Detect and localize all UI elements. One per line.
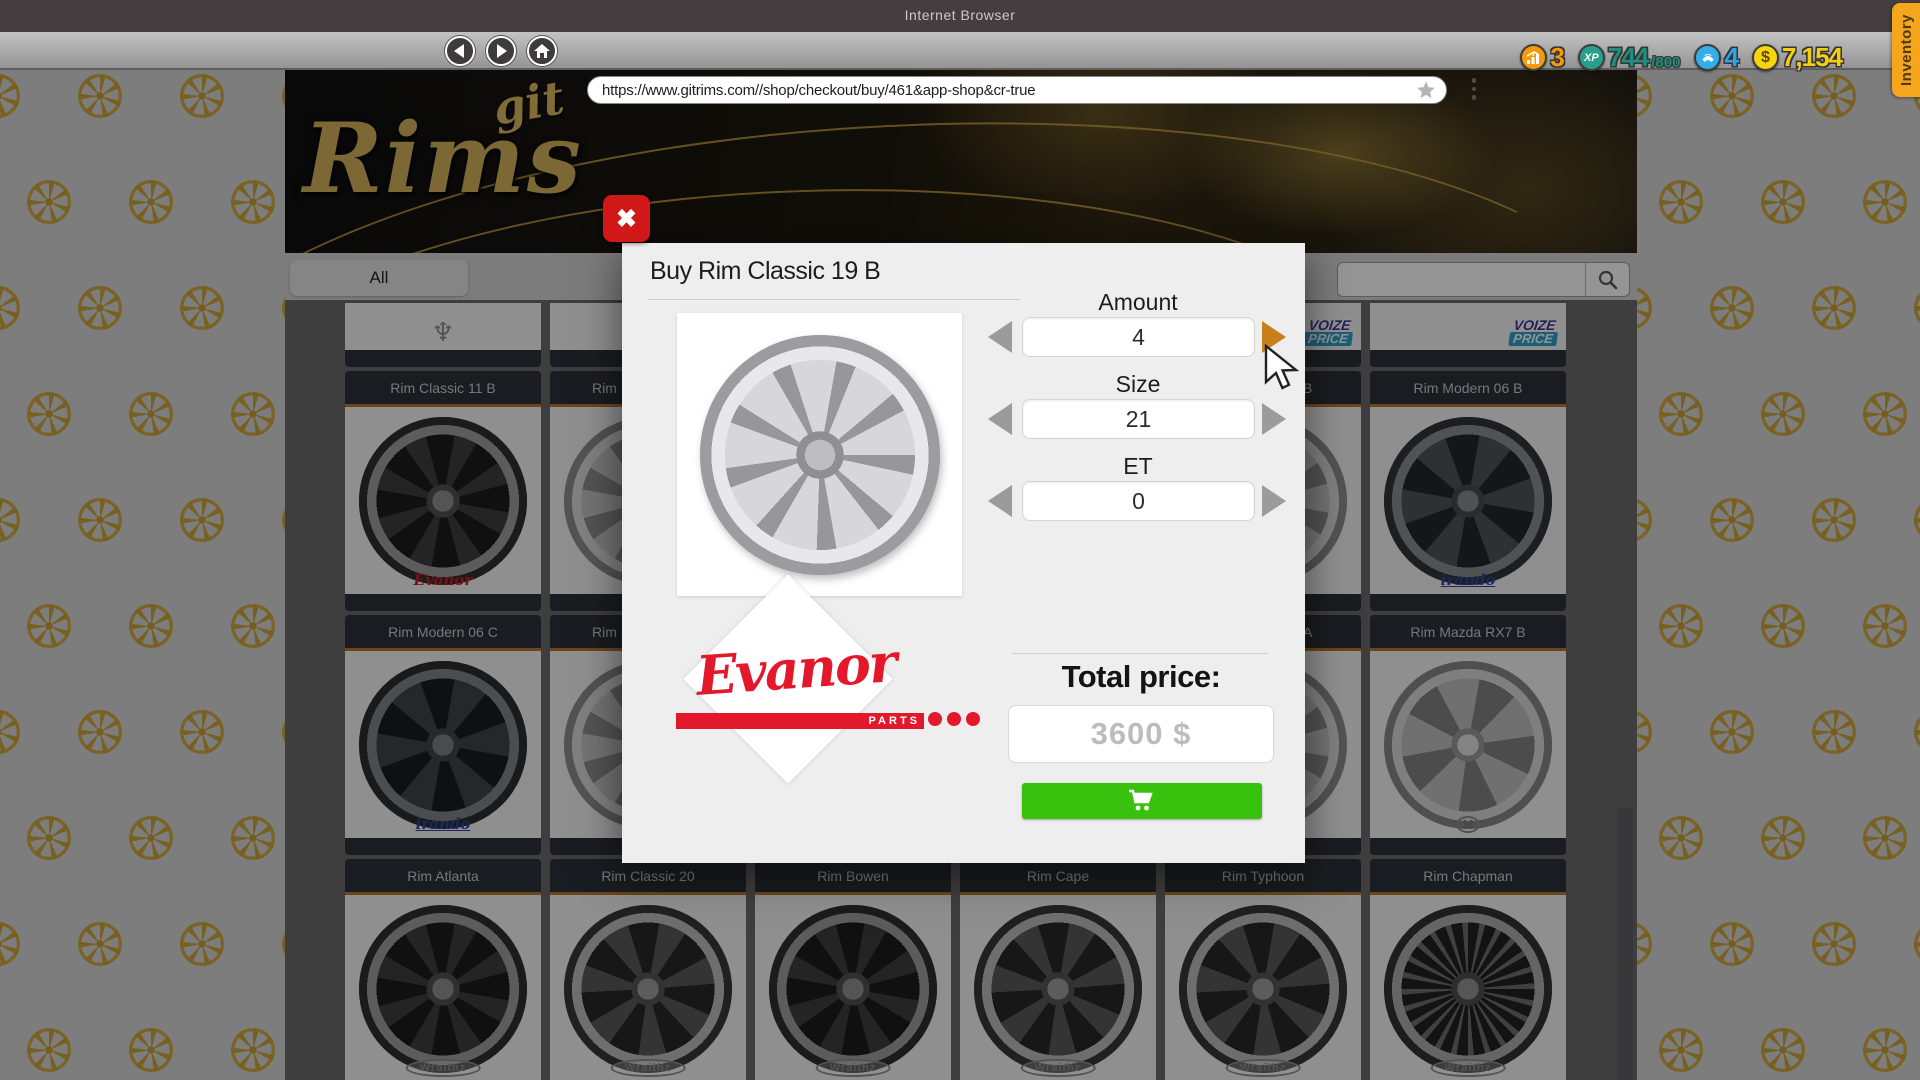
screen: git Rims All ♆VOIZEPRICEVOIZEPRICERim Cl… — [0, 0, 1920, 1080]
mouse-cursor — [1262, 344, 1302, 397]
level-chart-icon — [1520, 44, 1547, 71]
brand-dots — [928, 712, 980, 726]
buy-button[interactable] — [1022, 783, 1262, 819]
browser-menu-icon[interactable] — [1468, 78, 1480, 100]
product-image — [677, 313, 962, 596]
modal-title: Buy Rim Classic 19 B — [650, 257, 880, 286]
brand-logo: Evanor PARTS — [674, 603, 994, 778]
forward-icon — [497, 44, 507, 58]
divider — [1012, 653, 1268, 654]
divider — [648, 299, 1020, 300]
close-x-icon: ✖ — [616, 204, 637, 234]
inventory-tab-label: Inventory — [1898, 14, 1915, 86]
url-bar[interactable]: https://www.gitrims.com//shop/checkout/b… — [587, 76, 1447, 104]
hud-calls: 4 — [1694, 42, 1737, 73]
size-increase-arrow[interactable] — [1262, 403, 1286, 435]
size-field[interactable]: 21 — [1022, 399, 1255, 439]
cart-icon — [1127, 789, 1157, 813]
inventory-tab[interactable]: Inventory — [1892, 3, 1920, 97]
hud-xp: XP 744 /800 — [1578, 42, 1681, 73]
window-titlebar: Internet Browser — [0, 0, 1920, 32]
money-value: 7,154 — [1782, 42, 1842, 73]
nav-home-button[interactable] — [527, 36, 557, 66]
amount-field[interactable]: 4 — [1022, 317, 1255, 357]
xp-max: /800 — [1651, 54, 1680, 71]
window-title: Internet Browser — [0, 7, 1920, 23]
total-price-label: Total price: — [1008, 659, 1274, 695]
hud-level: 3 — [1520, 42, 1563, 73]
back-icon — [454, 44, 464, 58]
hud-money: $ 7,154 — [1752, 42, 1842, 73]
xp-value: 744 — [1608, 42, 1648, 73]
nav-back-button[interactable] — [445, 36, 475, 66]
et-label: ET — [1018, 453, 1258, 480]
brand-sub-label: PARTS — [869, 715, 920, 727]
modal-close-button[interactable]: ✖ — [603, 195, 650, 242]
url-text[interactable]: https://www.gitrims.com//shop/checkout/b… — [602, 82, 1416, 99]
brand-bar: PARTS — [676, 713, 924, 729]
calls-value: 4 — [1724, 42, 1737, 73]
phone-icon — [1694, 44, 1721, 71]
amount-label: Amount — [1018, 289, 1258, 316]
nav-forward-button[interactable] — [486, 36, 516, 66]
et-increase-arrow[interactable] — [1262, 485, 1286, 517]
buy-modal: ✖ Buy Rim Classic 19 B Amount 4 Size 21 … — [622, 243, 1305, 863]
rim-preview-image — [700, 335, 940, 575]
total-price-value: 3600 $ — [1008, 705, 1274, 763]
et-field[interactable]: 0 — [1022, 481, 1255, 521]
amount-decrease-arrow[interactable] — [988, 321, 1012, 353]
size-decrease-arrow[interactable] — [988, 403, 1012, 435]
dollar-icon: $ — [1752, 44, 1779, 71]
bookmark-star-icon[interactable] — [1416, 80, 1436, 100]
game-hud: 3 XP 744 /800 4 $ 7,154 — [1520, 42, 1842, 73]
size-label: Size — [1018, 371, 1258, 398]
level-value: 3 — [1550, 42, 1563, 73]
xp-icon: XP — [1578, 44, 1605, 71]
et-decrease-arrow[interactable] — [988, 485, 1012, 517]
home-icon — [533, 43, 551, 59]
page-scrollbar[interactable] — [1617, 808, 1633, 1080]
